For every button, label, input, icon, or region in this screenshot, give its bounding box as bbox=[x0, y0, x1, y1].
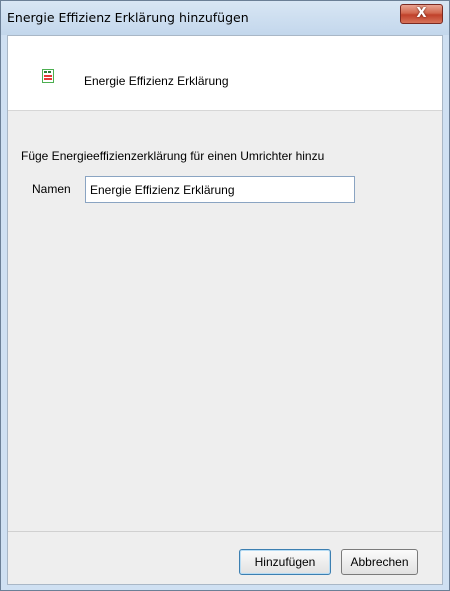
dialog-header: Energie Effizienz Erklärung bbox=[8, 36, 442, 111]
close-button[interactable]: X bbox=[400, 4, 443, 24]
dialog-window: Energie Effizienz Erklärung hinzufügen X… bbox=[0, 0, 450, 591]
form-description: Füge Energieeffizienzerklärung für einen… bbox=[21, 149, 325, 163]
name-label: Namen bbox=[32, 182, 71, 196]
window-title: Energie Effizienz Erklärung hinzufügen bbox=[7, 10, 249, 25]
name-input[interactable] bbox=[85, 176, 355, 203]
form-panel: Füge Energieeffizienzerklärung für einen… bbox=[8, 111, 442, 532]
button-bar: Hinzufügen Abbrechen bbox=[8, 532, 442, 584]
dialog-client-area: Energie Effizienz Erklärung Füge Energie… bbox=[7, 35, 443, 585]
header-title: Energie Effizienz Erklärung bbox=[84, 74, 229, 88]
energy-label-icon bbox=[42, 69, 54, 83]
cancel-button[interactable]: Abbrechen bbox=[341, 549, 418, 575]
add-button[interactable]: Hinzufügen bbox=[239, 549, 331, 575]
title-bar[interactable]: Energie Effizienz Erklärung hinzufügen X bbox=[1, 1, 449, 35]
close-icon: X bbox=[416, 6, 427, 21]
